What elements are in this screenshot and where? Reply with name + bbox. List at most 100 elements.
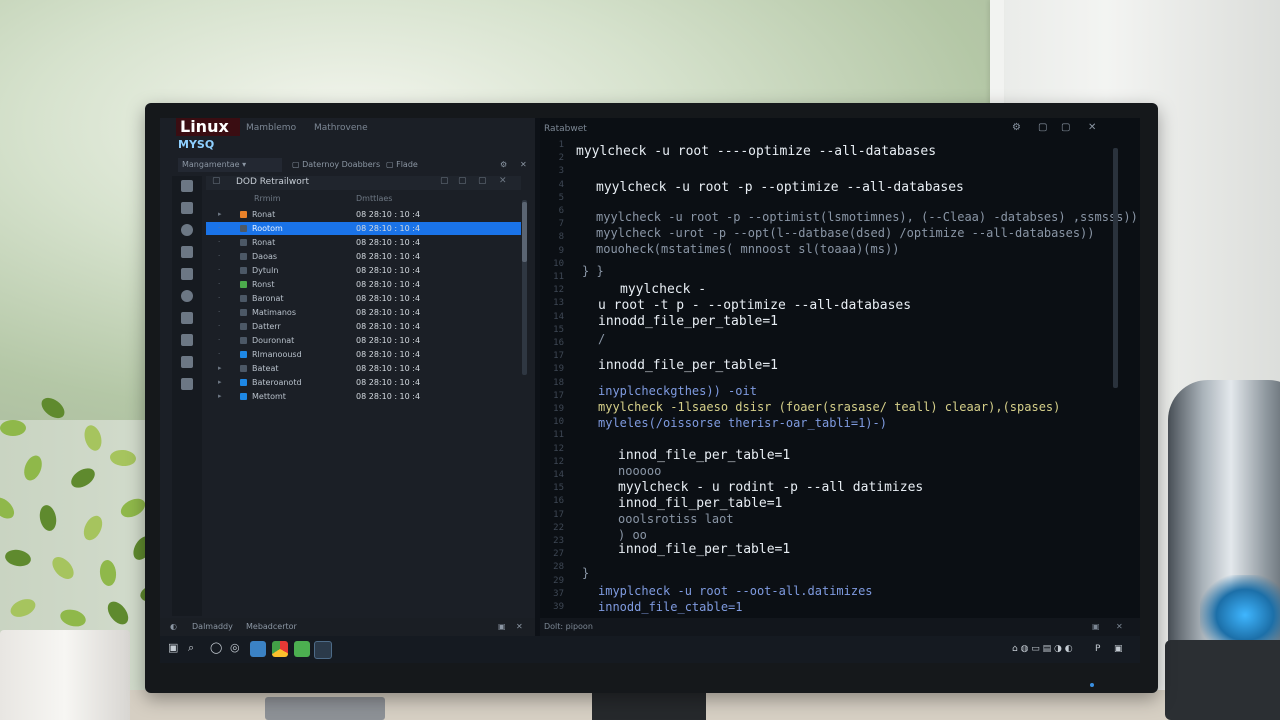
close-icon[interactable]: ✕ — [516, 618, 523, 636]
code-line[interactable]: ooolsrotiss laot — [618, 512, 734, 526]
expand-icon[interactable]: ▸ — [218, 376, 222, 389]
editor-scrollbar[interactable] — [1113, 148, 1118, 388]
code-line[interactable]: / — [598, 332, 605, 346]
code-line[interactable]: myylcheck -u root -p --optimize --all-da… — [596, 180, 964, 195]
collapse-icon[interactable]: ▢ — [212, 176, 221, 186]
code-line[interactable]: myylcheck -u root -p --optimist(lsmotimn… — [596, 210, 1138, 224]
code-line[interactable]: mouoheck(mstatimes( mnnoost sl(toaaa)(ms… — [596, 242, 899, 256]
chrome-icon[interactable] — [272, 641, 288, 657]
toolbar-item-flade[interactable]: ▢ Flade — [386, 158, 418, 172]
code-line[interactable]: innodd_file_per_table=1 — [598, 314, 778, 329]
code-line[interactable]: myylcheck -urot -p --opt(l--datbase(dsed… — [596, 226, 1095, 240]
code-line[interactable]: innod_fil_per_table=1 — [618, 496, 782, 511]
expand-icon[interactable]: · — [218, 292, 220, 305]
close-icon[interactable]: ✕ — [1116, 618, 1123, 636]
widgets-icon[interactable]: ◎ — [230, 641, 246, 657]
notification-icon[interactable]: ▣ — [1114, 644, 1123, 654]
code-line[interactable]: myleles(/oissorse therisr-oar_tabli=1)-) — [598, 416, 887, 430]
code-line[interactable]: innod_file_per_table=1 — [618, 448, 790, 463]
tree-row[interactable]: · Matimanos 08 28:10 : 10 :4 — [206, 306, 521, 319]
tray-clock[interactable]: P — [1095, 644, 1100, 654]
tree-row[interactable]: ▸ Bateroanotd 08 28:10 : 10 :4 — [206, 376, 521, 389]
toolbar-square-icon[interactable]: ▢ — [440, 176, 449, 186]
expand-icon[interactable]: · — [218, 236, 220, 249]
expand-icon[interactable]: · — [218, 348, 220, 361]
code-line[interactable]: innodd_file_per_table=1 — [598, 358, 778, 373]
active-app-icon[interactable] — [314, 641, 332, 659]
explorer-icon[interactable] — [250, 641, 266, 657]
search-icon[interactable]: ⌕ — [188, 641, 204, 657]
expand-icon[interactable]: ▸ — [218, 390, 222, 403]
panel-icon[interactable]: ▣ — [498, 618, 506, 636]
management-dropdown[interactable]: Mangamentae ▾ — [178, 158, 282, 172]
file-icon[interactable] — [181, 246, 193, 258]
code-line[interactable]: } } — [582, 264, 604, 278]
tree-row[interactable]: ▸ Bateat 08 28:10 : 10 :4 — [206, 362, 521, 375]
tree-row[interactable]: · Rootom 08 28:10 : 10 :4 — [206, 222, 521, 235]
toolbar-square-icon[interactable]: ▢ — [478, 176, 487, 186]
tab-second[interactable]: Mathrovene — [314, 123, 368, 133]
tree-row[interactable]: ▸ Mettomt 08 28:10 : 10 :4 — [206, 390, 521, 403]
expand-icon[interactable]: · — [218, 222, 220, 235]
document-icon[interactable] — [181, 268, 193, 280]
tree-row[interactable]: · Ronst 08 28:10 : 10 :4 — [206, 278, 521, 291]
column-header-name[interactable]: Rrmim — [254, 194, 281, 203]
column-header-date[interactable]: Dmttlaes — [356, 194, 392, 203]
code-line[interactable]: innod_file_per_table=1 — [618, 542, 790, 557]
code-line[interactable]: myylcheck - u rodint -p --all datimizes — [618, 480, 923, 495]
settings-icon[interactable]: ⚙ — [500, 158, 507, 172]
link-icon[interactable] — [181, 224, 193, 236]
tree-row-value: 08 28:10 : 10 :4 — [356, 238, 421, 247]
maximize-icon[interactable]: ▢ — [1061, 122, 1070, 133]
tray-icons[interactable]: ⌂ ◍ ▭ ▤ ◑ ◐ — [1012, 644, 1073, 654]
tree-row[interactable]: · Daoas 08 28:10 : 10 :4 — [206, 250, 521, 263]
code-line[interactable]: myylcheck -u root ----optimize --all-dat… — [576, 144, 936, 159]
expand-icon[interactable]: ▸ — [218, 208, 222, 221]
app-icon[interactable] — [294, 641, 310, 657]
expand-icon[interactable]: · — [218, 264, 220, 277]
home-icon[interactable] — [181, 180, 193, 192]
minimize-icon[interactable]: ▢ — [1038, 122, 1047, 133]
code-line[interactable]: inyplcheckgthes)) -oit — [598, 384, 757, 398]
code-line[interactable]: myylcheck -1lsaeso dsisr (foaer(srasase/… — [598, 400, 1060, 414]
expand-icon[interactable]: · — [218, 278, 220, 291]
terminal-icon[interactable] — [181, 378, 193, 390]
tree-row[interactable]: · Ronat 08 28:10 : 10 :4 — [206, 236, 521, 249]
tree-row[interactable]: ▸ Ronat 08 28:10 : 10 :4 — [206, 208, 521, 221]
close-icon[interactable]: ✕ — [1088, 122, 1096, 133]
tree-row[interactable]: · Dytuln 08 28:10 : 10 :4 — [206, 264, 521, 277]
code-line[interactable]: nooooo — [618, 464, 661, 478]
scrollbar[interactable] — [522, 200, 527, 375]
panel-icon[interactable]: ▣ — [1092, 618, 1100, 636]
folder-icon[interactable] — [181, 202, 193, 214]
task-view-icon[interactable]: ◯ — [210, 641, 226, 657]
tree-row[interactable]: · Douronnat 08 28:10 : 10 :4 — [206, 334, 521, 347]
toolbar-square-icon[interactable]: ▢ — [458, 176, 467, 186]
close-icon[interactable]: ✕ — [499, 176, 507, 186]
expand-icon[interactable]: · — [218, 320, 220, 333]
close-icon[interactable]: ✕ — [520, 158, 527, 172]
expand-icon[interactable]: · — [218, 334, 220, 347]
expand-icon[interactable]: · — [218, 306, 220, 319]
list-icon[interactable] — [181, 356, 193, 368]
start-icon[interactable]: ▣ — [168, 641, 184, 657]
toolbar-item-doabbers[interactable]: ▢ Daternoy Doabbers — [292, 158, 380, 172]
image-icon[interactable] — [181, 312, 193, 324]
expand-icon[interactable]: · — [218, 250, 220, 263]
table-icon[interactable] — [181, 334, 193, 346]
scrollbar-thumb[interactable] — [522, 202, 527, 262]
code-line[interactable]: ) oo — [618, 528, 647, 542]
code-line[interactable]: imyplcheck -u root --oot-all.datimizes — [598, 584, 873, 598]
tab-first[interactable]: Mamblemo — [246, 123, 296, 133]
tree-row[interactable]: · Rlmanoousd 08 28:10 : 10 :4 — [206, 348, 521, 361]
code-line[interactable]: } — [582, 566, 589, 580]
settings-icon[interactable]: ⚙ — [1012, 122, 1021, 133]
tree-row[interactable]: · Baronat 08 28:10 : 10 :4 — [206, 292, 521, 305]
code-line[interactable]: myylcheck - — [620, 282, 706, 297]
sql-editor[interactable]: Ratabwet ⚙ ▢ ▢ ✕ 1 2 3 4 5 6 7 8 9 10 11 12 13 14 15 16… — [540, 118, 1140, 618]
database-icon[interactable] — [181, 290, 193, 302]
code-line[interactable]: u root -t p - --optimize --all-databases — [598, 298, 911, 313]
code-line[interactable]: innodd_file_ctable=1 — [598, 600, 743, 614]
expand-icon[interactable]: ▸ — [218, 362, 222, 375]
tree-row[interactable]: · Datterr 08 28:10 : 10 :4 — [206, 320, 521, 333]
